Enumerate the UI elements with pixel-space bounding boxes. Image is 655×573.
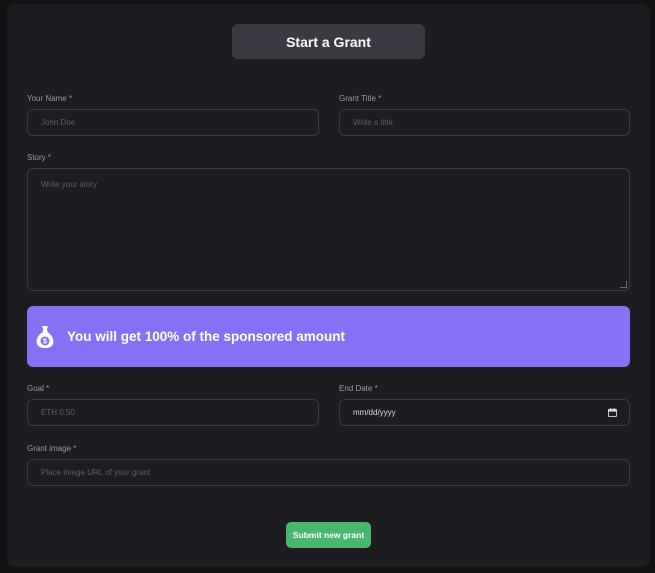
submit-button-label: Submit new grant: [292, 530, 365, 540]
grant-title-input[interactable]: Write a title: [339, 109, 630, 136]
name-input[interactable]: John Doe: [27, 109, 319, 136]
story-placeholder: Write your story: [41, 180, 97, 189]
svg-text:$: $: [43, 338, 47, 345]
page-title-text: Start a Grant: [286, 33, 371, 50]
resize-handle-icon[interactable]: [620, 281, 627, 288]
grant-form-card: Start a Grant Your Name * John Doe Grant…: [7, 4, 650, 567]
end-date-label: End Date *: [339, 384, 378, 393]
submit-button[interactable]: Submit new grant: [286, 522, 371, 548]
story-textarea[interactable]: Write your story: [27, 168, 630, 291]
grant-image-placeholder: Place image URL of your grant: [41, 468, 151, 477]
goal-input[interactable]: ETH 0.50: [27, 399, 319, 426]
grant-title-placeholder: Write a title: [353, 118, 393, 127]
page-title: Start a Grant: [232, 24, 425, 59]
banner-text: You will get 100% of the sponsored amoun…: [67, 329, 346, 344]
sponsorship-banner: $ You will get 100% of the sponsored amo…: [27, 306, 630, 367]
end-date-placeholder: mm/dd/yyyy: [353, 408, 396, 417]
goal-placeholder: ETH 0.50: [41, 408, 75, 417]
name-placeholder: John Doe: [41, 118, 76, 127]
grant-image-input[interactable]: Place image URL of your grant: [27, 459, 630, 486]
grant-title-label: Grant Title *: [339, 94, 382, 103]
end-date-input[interactable]: mm/dd/yyyy: [339, 399, 630, 426]
grant-image-label: Grant image *: [27, 444, 77, 453]
name-label: Your Name *: [27, 94, 73, 103]
money-bag-icon: $: [36, 325, 54, 348]
calendar-icon[interactable]: [608, 408, 617, 417]
goal-label: Goal *: [27, 384, 50, 393]
story-label: Story *: [27, 153, 52, 162]
